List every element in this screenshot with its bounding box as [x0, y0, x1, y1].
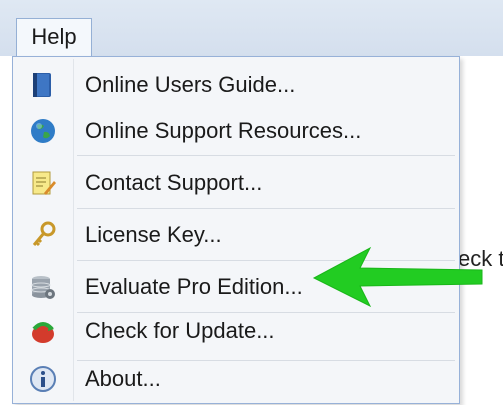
- menu-item-label: License Key...: [85, 222, 222, 247]
- menu-item-label: Check for Update...: [85, 318, 275, 343]
- update-icon: [29, 317, 57, 345]
- help-menu[interactable]: Help: [16, 18, 92, 56]
- menu-separator: [77, 155, 455, 156]
- menu-item-label: Contact Support...: [85, 170, 263, 195]
- menu-item-label: About...: [85, 366, 161, 391]
- menu-item-online-support-resources[interactable]: Online Support Resources...: [13, 109, 459, 153]
- book-icon: [29, 71, 57, 99]
- menu-separator: [77, 208, 455, 209]
- menu-bar: Help: [0, 0, 503, 57]
- menu-item-online-users-guide[interactable]: Online Users Guide...: [13, 63, 459, 107]
- menu-item-check-for-update[interactable]: Check for Update...: [13, 309, 459, 353]
- green-arrow-annotation: [312, 246, 483, 308]
- database-icon: [29, 273, 57, 301]
- menu-item-contact-support[interactable]: Contact Support...: [13, 161, 459, 205]
- menu-item-label: Online Users Guide...: [85, 72, 296, 97]
- globe-icon: [29, 117, 57, 145]
- menu-item-label: Online Support Resources...: [85, 118, 362, 143]
- menu-item-about[interactable]: About...: [13, 357, 459, 401]
- info-icon: [29, 365, 57, 393]
- help-dropdown-menu: Online Users Guide... Online Support Res…: [12, 56, 460, 404]
- note-pencil-icon: [29, 169, 57, 197]
- menu-item-label: Evaluate Pro Edition...: [85, 274, 303, 299]
- key-icon: [29, 221, 57, 249]
